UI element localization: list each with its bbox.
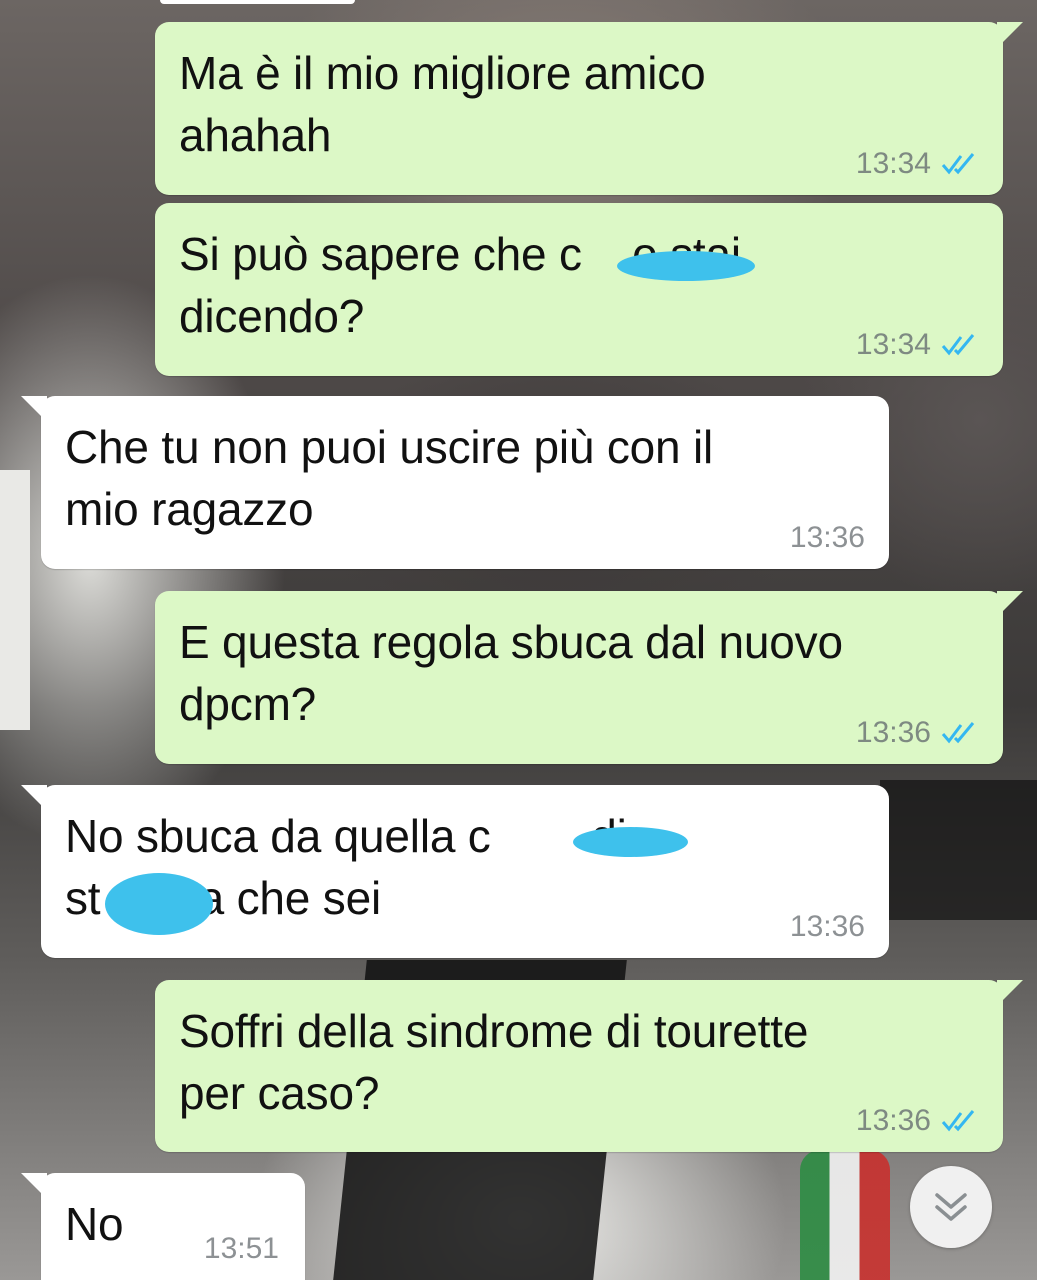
message-time: 13:51 xyxy=(203,1232,279,1265)
double-check-icon xyxy=(941,153,975,175)
bubble-tail xyxy=(997,980,1023,1006)
message-meta: 13:36 xyxy=(856,716,979,750)
bubble-tail xyxy=(21,785,47,811)
bubble-tail xyxy=(997,591,1023,617)
message-meta: 13:36 xyxy=(856,1104,979,1138)
message-bubble-outgoing[interactable]: Si può sapere che c o stai dicendo? 13:3… xyxy=(155,203,1003,376)
double-chevron-down-icon xyxy=(935,1193,967,1221)
bubble-tail xyxy=(21,396,47,422)
bubble-tail xyxy=(997,22,1023,48)
censor-mark xyxy=(573,827,688,857)
message-meta: 13:34 xyxy=(856,147,979,181)
message-time: 13:36 xyxy=(855,716,931,749)
message-bubble-outgoing[interactable]: E questa regola sbuca dal nuovo dpcm? 13… xyxy=(155,591,1023,764)
message-bubble-outgoing[interactable]: Ma è il mio migliore amico ahahah 13:34 xyxy=(155,22,1023,195)
censor-mark xyxy=(617,251,755,281)
message-time: 13:36 xyxy=(855,1104,931,1137)
scroll-to-bottom-button[interactable] xyxy=(910,1166,992,1248)
double-check-icon xyxy=(941,1110,975,1132)
double-check-icon xyxy=(941,722,975,744)
message-meta: 13:36 xyxy=(790,910,865,944)
double-check-icon xyxy=(941,334,975,356)
message-meta: 13:36 xyxy=(790,521,865,555)
message-time: 13:36 xyxy=(789,521,865,554)
message-time: 13:34 xyxy=(855,328,931,361)
message-bubble-incoming[interactable]: Che tu non puoi uscire più con il mio ra… xyxy=(21,396,889,569)
censor-mark xyxy=(105,873,213,935)
message-list[interactable]: Ma è il mio migliore amico ahahah 13:34 … xyxy=(0,0,1037,1280)
message-bubble-outgoing[interactable]: Soffri della sindrome di tourette per ca… xyxy=(155,980,1023,1152)
message-bubble-incoming[interactable]: No 13:51 xyxy=(21,1173,305,1280)
message-text: Che tu non puoi uscire più con il mio ra… xyxy=(65,421,714,535)
message-meta: 13:51 xyxy=(204,1232,279,1266)
message-bubble-incoming[interactable]: No sbuca da quella c di st za che sei 13… xyxy=(21,785,889,958)
message-meta: 13:34 xyxy=(856,328,979,362)
bubble-tail xyxy=(21,1173,47,1199)
message-time: 13:36 xyxy=(789,910,865,943)
message-time: 13:34 xyxy=(855,147,931,180)
